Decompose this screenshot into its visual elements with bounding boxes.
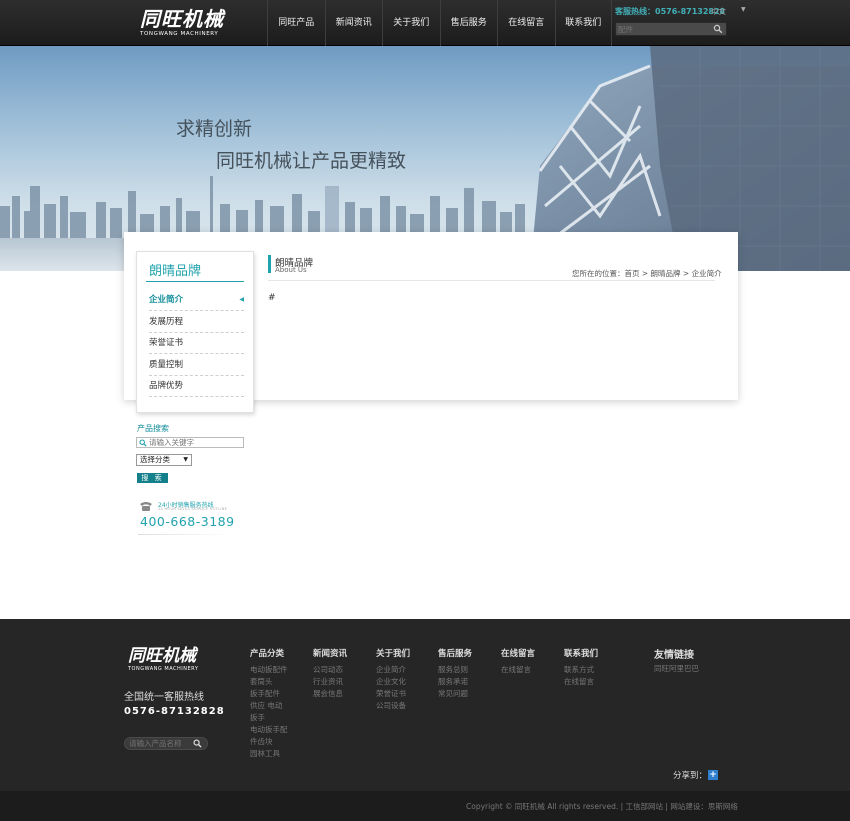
header-search-input[interactable] bbox=[618, 23, 708, 35]
footer-link[interactable]: 公司设备 bbox=[376, 700, 410, 712]
footer-search-input[interactable] bbox=[129, 738, 193, 749]
footer-search bbox=[124, 737, 208, 750]
content-body: # bbox=[268, 293, 276, 303]
footer-hotline-number: 0576-87132828 bbox=[124, 706, 225, 717]
footer-link[interactable]: 电动扳配件 bbox=[250, 664, 288, 676]
logo[interactable]: 同旺机械 TONGWANG MACHINERY bbox=[140, 8, 232, 40]
footer-link[interactable]: 在线留言 bbox=[501, 664, 535, 676]
footer-link[interactable]: 企业简介 bbox=[376, 664, 410, 676]
nav-item-contact[interactable]: 联系我们 bbox=[554, 0, 612, 46]
banner-slogan-1: 求精创新 bbox=[176, 118, 253, 140]
footer-link[interactable]: 联系方式 bbox=[564, 664, 598, 676]
banner-slogan-2: 同旺机械让产品更精致 bbox=[216, 150, 407, 172]
sidebar-item-company-intro[interactable]: 企业简介 ◀ bbox=[149, 290, 244, 311]
footer-column-service: 售后服务 服务总则 服务承诺 常见问题 bbox=[438, 647, 472, 700]
site-header: 同旺机械 TONGWANG MACHINERY 同旺产品 新闻资讯 关于我们 售… bbox=[0, 0, 850, 46]
hotline-label-en: 24 HOUR SALES SERVICE HOTLINE bbox=[158, 507, 228, 511]
chevron-down-icon: ▼ bbox=[183, 456, 188, 463]
hotline-divider bbox=[138, 534, 230, 535]
footer-column-heading: 售后服务 bbox=[438, 649, 473, 659]
footer-column-heading: 新闻资讯 bbox=[313, 649, 348, 659]
breadcrumb[interactable]: 您所在的位置：首页 > 朗晴品牌 > 企业简介 bbox=[572, 268, 722, 279]
search-icon[interactable] bbox=[713, 24, 723, 34]
sidebar-item-quality[interactable]: 质量控制 bbox=[149, 355, 244, 376]
category-select-value: 选择分类 bbox=[140, 455, 170, 464]
nav-item-news[interactable]: 新闻资讯 bbox=[324, 0, 383, 46]
sidebar-item-honors[interactable]: 荣誉证书 bbox=[149, 333, 244, 354]
product-search-button[interactable]: 搜 索 bbox=[137, 473, 168, 483]
sidebar-item-label: 企业简介 bbox=[149, 295, 184, 305]
footer-link[interactable]: 展会信息 bbox=[313, 688, 347, 700]
sidebar-item-label: 发展历程 bbox=[149, 317, 184, 327]
footer-link[interactable]: 企业文化 bbox=[376, 676, 410, 688]
footer-column-heading: 关于我们 bbox=[376, 649, 411, 659]
sidebar-item-label: 品牌优势 bbox=[149, 381, 184, 391]
title-accent-bar bbox=[268, 255, 271, 273]
footer-column-contact: 联系我们 联系方式 在线留言 bbox=[564, 647, 598, 688]
footer-link[interactable]: 服务承诺 bbox=[438, 676, 472, 688]
footer-link[interactable]: 行业资讯 bbox=[313, 676, 347, 688]
footer-link[interactable]: 公司动态 bbox=[313, 664, 347, 676]
footer-link[interactable]: 电动扳手配 bbox=[250, 724, 288, 736]
page-subtitle: About Us bbox=[275, 266, 307, 274]
sidebar-item-label: 荣誉证书 bbox=[149, 338, 184, 348]
content-divider bbox=[268, 280, 715, 281]
sidebar-title: 朗晴品牌 bbox=[149, 264, 202, 279]
footer-column-heading: 产品分类 bbox=[250, 649, 285, 659]
sidebar-item-advantages[interactable]: 品牌优势 bbox=[149, 376, 244, 397]
logo-text: 同旺机械 bbox=[140, 7, 224, 31]
share-label: 分享到： bbox=[673, 771, 708, 781]
nav-item-products[interactable]: 同旺产品 bbox=[267, 0, 325, 46]
header-search bbox=[615, 22, 727, 36]
footer-link[interactable]: 件齿块 bbox=[250, 736, 288, 748]
arrow-left-icon: ◀ bbox=[239, 296, 244, 303]
product-search-title: 产品搜索 bbox=[137, 424, 169, 433]
footer-link[interactable]: 套筒头 bbox=[250, 676, 288, 688]
footer-column-message: 在线留言 在线留言 bbox=[501, 647, 535, 676]
footer-hotline-label: 全国统一客服热线 bbox=[124, 692, 204, 703]
search-icon[interactable] bbox=[193, 739, 202, 748]
footer-column-news: 新闻资讯 公司动态 行业资讯 展会信息 bbox=[313, 647, 347, 700]
friend-link[interactable]: 同旺阿里巴巴 bbox=[654, 663, 699, 674]
footer-column-heading: 在线留言 bbox=[501, 649, 536, 659]
nav-item-about[interactable]: 关于我们 bbox=[382, 0, 440, 46]
footer-column-products: 产品分类 电动扳配件 套筒头 扳手配件 供应 电动 扳手 电动扳手配 件齿块 园… bbox=[250, 647, 288, 760]
nav-item-service[interactable]: 售后服务 bbox=[439, 0, 498, 46]
phone-icon bbox=[140, 502, 152, 511]
language-select[interactable]: 中文 bbox=[711, 6, 726, 17]
hotline-number: 400-668-3189 bbox=[140, 514, 235, 529]
product-search-box bbox=[136, 437, 244, 448]
footer-logo[interactable]: 同旺机械 TONGWANG MACHINERY bbox=[128, 647, 198, 673]
footer-column-heading: 联系我们 bbox=[564, 649, 599, 659]
footer-link[interactable]: 扳手配件 bbox=[250, 688, 288, 700]
footer-link[interactable]: 服务总则 bbox=[438, 664, 472, 676]
header-hotline: 客服热线：0576-87132828 bbox=[615, 7, 726, 16]
product-search-input[interactable] bbox=[149, 438, 243, 447]
footer-column-about: 关于我们 企业简介 企业文化 荣誉证书 公司设备 bbox=[376, 647, 410, 712]
footer-logo-subtext: TONGWANG MACHINERY bbox=[128, 666, 199, 672]
footer-link[interactable]: 荣誉证书 bbox=[376, 688, 410, 700]
category-select[interactable]: 选择分类 ▼ bbox=[136, 454, 192, 466]
main-nav: 同旺产品 新闻资讯 关于我们 售后服务 在线留言 联系我们 bbox=[267, 0, 612, 46]
chevron-down-icon[interactable]: ▼ bbox=[741, 6, 746, 13]
nav-item-message[interactable]: 在线留言 bbox=[497, 0, 555, 46]
copyright: Copyright © 同旺机械 All rights reserved. | … bbox=[466, 802, 738, 811]
logo-subtext: TONGWANG MACHINERY bbox=[140, 31, 219, 37]
footer-link[interactable]: 在线留言 bbox=[564, 676, 598, 688]
sidebar-divider bbox=[146, 281, 244, 282]
footer-link[interactable]: 园林工具 bbox=[250, 748, 288, 760]
footer-link[interactable]: 供应 电动 bbox=[250, 700, 288, 712]
footer-link[interactable]: 扳手 bbox=[250, 712, 288, 724]
sidebar-item-history[interactable]: 发展历程 bbox=[149, 312, 244, 333]
sidebar-item-label: 质量控制 bbox=[149, 360, 184, 370]
footer-link[interactable]: 常见问题 bbox=[438, 688, 472, 700]
share-button[interactable]: + bbox=[708, 770, 718, 780]
friend-links-heading: 友情链接 bbox=[654, 650, 694, 661]
search-icon bbox=[139, 439, 147, 447]
sidebar: 朗晴品牌 企业简介 ◀ 发展历程 荣誉证书 质量控制 品牌优势 bbox=[136, 251, 254, 413]
footer-logo-text: 同旺机械 bbox=[128, 646, 196, 666]
